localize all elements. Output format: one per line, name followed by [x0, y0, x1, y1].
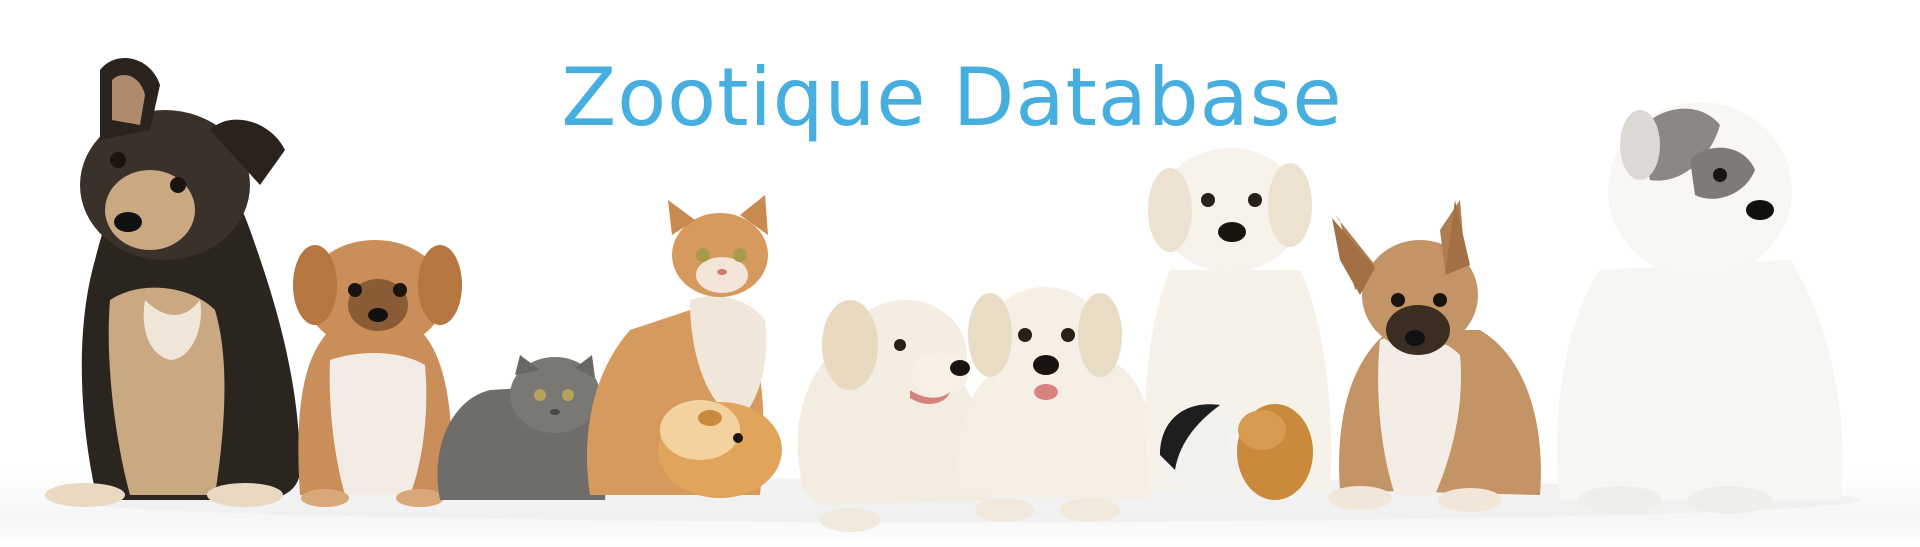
- animals-photo: [45, 58, 1860, 532]
- banner: Zootique Database: [0, 0, 1920, 547]
- pekingese-dog: [293, 240, 462, 507]
- hamsters: [1157, 404, 1313, 500]
- white-puppy: [1556, 102, 1843, 514]
- guinea-pig: [658, 400, 782, 498]
- mixed-breed-dog: [1328, 200, 1541, 512]
- grey-kitten: [437, 355, 607, 500]
- shepherd-puppy: [45, 58, 300, 507]
- labrador-puppy-lying: [797, 300, 992, 532]
- labrador-puppy-center: [957, 287, 1154, 522]
